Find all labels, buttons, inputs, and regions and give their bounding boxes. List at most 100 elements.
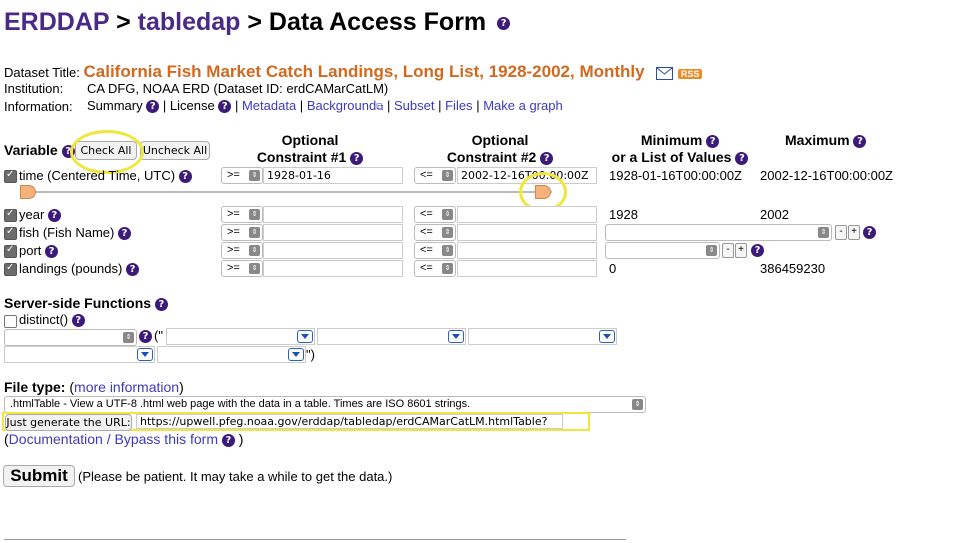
constraint1-help-icon[interactable]: ? — [350, 151, 364, 165]
orderby-var1-dropdown[interactable] — [166, 328, 315, 345]
orderby-help-icon[interactable]: ? — [139, 330, 152, 343]
landings-help-icon[interactable]: ? — [125, 263, 139, 277]
server-functions-help-icon[interactable]: ? — [154, 297, 168, 311]
time-slider-track[interactable] — [24, 191, 552, 193]
select-arrow-icon: ⇕ — [442, 170, 453, 181]
landings-constraint2-input[interactable] — [457, 260, 597, 277]
variable-label: Variable — [4, 142, 58, 158]
list-help-icon[interactable]: ? — [735, 151, 749, 165]
minimum-header: Minimum ? or a List of Values ? — [605, 132, 755, 166]
file-type-select[interactable]: .htmlTable - View a UTF-8 .html web page… — [4, 396, 646, 413]
constraint2-line2: Constraint #2 — [446, 149, 537, 165]
constraint2-header: Optional Constraint #2 ? — [420, 132, 580, 166]
email-icon[interactable] — [656, 67, 674, 81]
constraint2-line1: Optional — [471, 132, 529, 148]
distinct-checkbox[interactable] — [4, 315, 17, 328]
institution-label: Institution: — [4, 81, 64, 96]
year-op2-select[interactable]: <= ⇕ — [414, 206, 456, 223]
subset-link[interactable]: Subset — [394, 98, 434, 113]
port-op2-select[interactable]: <= ⇕ — [414, 242, 456, 259]
fish-constraint1-input[interactable] — [263, 224, 403, 241]
information-label: Information: — [4, 99, 73, 114]
time-checkbox[interactable] — [4, 169, 17, 183]
select-arrow-icon: ⇕ — [442, 227, 453, 238]
port-values-help-icon[interactable]: ? — [751, 244, 764, 257]
fish-help-icon[interactable]: ? — [117, 227, 131, 241]
landings-op2-select[interactable]: <= ⇕ — [414, 260, 456, 277]
fish-op1-select[interactable]: >= ⇕ — [221, 224, 263, 241]
year-constraint1-input[interactable] — [263, 206, 403, 223]
landings-constraint1-input[interactable] — [263, 260, 403, 277]
time-op2-select[interactable]: <= ⇕ — [414, 167, 456, 184]
op-value: >= — [227, 262, 240, 274]
make-graph-link[interactable]: Make a graph — [483, 98, 563, 113]
separator: | — [299, 98, 304, 113]
summary-help-icon[interactable]: ? — [146, 100, 160, 114]
fish-values-help-icon[interactable]: ? — [863, 226, 876, 239]
documentation-help-icon[interactable]: ? — [221, 433, 235, 447]
constraint2-help-icon[interactable]: ? — [540, 151, 554, 165]
fish-plus-button[interactable]: + — [848, 225, 860, 240]
select-arrow-icon: ⇕ — [249, 209, 260, 220]
time-help-icon[interactable]: ? — [178, 170, 192, 184]
quote-close: ") — [306, 347, 315, 362]
orderby-var3-dropdown[interactable] — [468, 328, 617, 345]
fish-checkbox[interactable] — [4, 226, 17, 240]
dropdown-arrow-icon — [599, 330, 615, 343]
generated-url-field[interactable]: https://upwell.pfeg.noaa.gov/erddap/tabl… — [136, 414, 563, 429]
minimum-help-icon[interactable]: ? — [706, 134, 720, 148]
port-help-icon[interactable]: ? — [45, 245, 59, 259]
orderby-var2-dropdown[interactable] — [317, 328, 466, 345]
submit-note: (Please be patient. It may take a while … — [78, 469, 393, 484]
year-help-icon[interactable]: ? — [47, 209, 61, 223]
erddap-link[interactable]: ERDDAP — [4, 8, 109, 36]
time-name: time (Centered Time, UTC) — [19, 168, 176, 183]
port-op1-select[interactable]: >= ⇕ — [221, 242, 263, 259]
port-values-select[interactable]: ⇕ — [605, 242, 720, 259]
year-checkbox[interactable] — [4, 208, 17, 222]
select-arrow-icon: ⇕ — [442, 245, 453, 256]
port-plus-button[interactable]: + — [735, 243, 747, 258]
files-link[interactable]: Files — [445, 98, 472, 113]
year-op1-select[interactable]: >= ⇕ — [221, 206, 263, 223]
landings-op1-select[interactable]: >= ⇕ — [221, 260, 263, 277]
maximum-help-icon[interactable]: ? — [853, 134, 867, 148]
fish-values-select[interactable]: ⇕ — [605, 224, 832, 241]
background-link[interactable]: Background — [307, 98, 376, 113]
generate-url-button[interactable]: Just generate the URL: — [5, 414, 132, 431]
port-constraint1-input[interactable] — [263, 242, 403, 259]
tabledap-link[interactable]: tabledap — [138, 8, 241, 36]
orderby-var5-dropdown[interactable] — [157, 346, 306, 363]
fish-constraint2-input[interactable] — [457, 224, 597, 241]
landings-checkbox[interactable] — [4, 262, 17, 276]
year-max: 2002 — [760, 207, 789, 222]
minimum-line1: Minimum — [640, 132, 703, 148]
port-checkbox[interactable] — [4, 244, 17, 258]
rss-icon[interactable]: RSS — [677, 68, 703, 79]
distinct-help-icon[interactable]: ? — [71, 314, 85, 328]
fish-minus-button[interactable]: - — [835, 225, 847, 240]
documentation-link[interactable]: Documentation / Bypass this form — [9, 431, 218, 447]
metadata-link[interactable]: Metadata — [242, 98, 296, 113]
file-type-label: File type: — [4, 379, 66, 395]
more-information-link[interactable]: more information — [74, 379, 179, 395]
orderby-var4-dropdown[interactable] — [4, 346, 155, 363]
page-title: Data Access Form — [268, 8, 487, 36]
submit-button[interactable]: Submit — [3, 465, 75, 487]
year-constraint2-input[interactable] — [457, 206, 597, 223]
op-value: <= — [420, 226, 433, 238]
breadcrumb-separator: > — [109, 8, 138, 36]
license-help-icon[interactable]: ? — [218, 100, 232, 114]
time-constraint1-input[interactable]: 1928-01-16 — [263, 167, 403, 184]
help-icon[interactable]: ? — [497, 16, 511, 30]
variable-header: Variable ? — [4, 142, 75, 158]
fish-op2-select[interactable]: <= ⇕ — [414, 224, 456, 241]
server-functions-header: Server-side Functions ? — [4, 295, 168, 311]
port-minus-button[interactable]: - — [722, 243, 734, 258]
dataset-title-label: Dataset Title: — [4, 65, 80, 80]
port-constraint2-input[interactable] — [457, 242, 597, 259]
time-slider-left-handle[interactable] — [20, 185, 36, 199]
uncheck-all-button[interactable]: Uncheck All — [140, 141, 210, 160]
time-op1-select[interactable]: >= ⇕ — [221, 167, 263, 184]
orderby-select[interactable]: ⇕ — [4, 329, 137, 346]
